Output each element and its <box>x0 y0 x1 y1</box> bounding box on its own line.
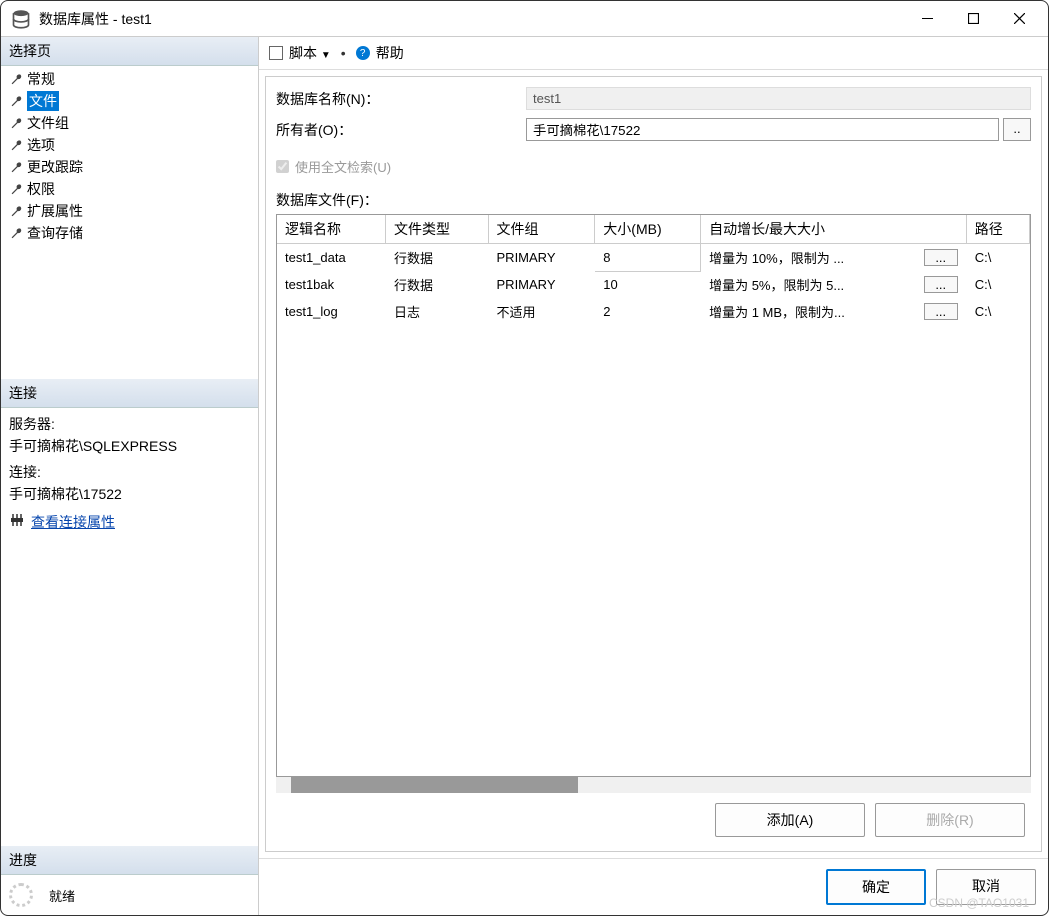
table-row[interactable]: test1_log日志不适用2增量为 1 MB，限制为...... C:\ <box>277 298 1030 325</box>
cell-logical-name[interactable]: test1_log <box>277 298 385 325</box>
sidebar-item-filegroups[interactable]: 文件组 <box>5 112 254 134</box>
files-section-label: 数据库文件(F)： <box>276 190 1031 210</box>
help-icon: ? <box>356 46 370 60</box>
script-icon <box>269 46 283 60</box>
progress-status: 就绪 <box>49 886 75 905</box>
add-button[interactable]: 添加(A) <box>715 803 865 837</box>
owner-browse-button[interactable]: .. <box>1003 118 1031 141</box>
cell-size[interactable]: 8 <box>595 244 701 272</box>
cell-filegroup[interactable]: 不适用 <box>488 298 595 325</box>
cell-autogrowth[interactable]: 增量为 1 MB，限制为... <box>701 298 916 325</box>
col-logical-name[interactable]: 逻辑名称 <box>277 215 385 244</box>
cell-file-type[interactable]: 行数据 <box>385 244 488 272</box>
sidebar-item-options[interactable]: 选项 <box>5 134 254 156</box>
sidebar-item-permissions[interactable]: 权限 <box>5 178 254 200</box>
wrench-icon <box>9 138 23 152</box>
table-row[interactable]: test1_data行数据PRIMARY8增量为 10%，限制为 ...... C… <box>277 244 1030 272</box>
wrench-icon <box>9 72 23 86</box>
wrench-icon <box>9 160 23 174</box>
connection-value: 手可摘棉花\17522 <box>9 484 250 504</box>
wrench-icon <box>9 94 23 108</box>
cell-filegroup[interactable]: PRIMARY <box>488 244 595 272</box>
autogrowth-browse-button[interactable]: ... <box>924 303 958 320</box>
cell-filegroup[interactable]: PRIMARY <box>488 271 595 298</box>
autogrowth-browse-button[interactable]: ... <box>924 276 958 293</box>
server-value: 手可摘棉花\SQLEXPRESS <box>9 436 250 456</box>
sidebar-item-general[interactable]: 常规 <box>5 68 254 90</box>
sidebar-item-files[interactable]: 文件 <box>5 90 254 112</box>
wrench-icon <box>9 204 23 218</box>
toolbar: 脚本 ▼ • ? 帮助 <box>259 37 1048 70</box>
maximize-button[interactable] <box>950 4 996 34</box>
progress-spinner-icon <box>9 883 33 907</box>
page-list: 常规 文件 文件组 选项 更改跟踪 权限 扩展属性 查询存储 <box>1 66 258 379</box>
cell-size[interactable]: 2 <box>595 298 701 325</box>
sidebar: 选择页 常规 文件 文件组 选项 更改跟踪 权限 扩展属性 查询存储 连接 服务… <box>1 37 259 915</box>
database-icon <box>11 9 31 29</box>
cell-logical-name[interactable]: test1_data <box>277 244 385 272</box>
cell-autogrowth[interactable]: 增量为 10%，限制为 ... <box>701 244 916 272</box>
window-controls <box>904 4 1042 34</box>
progress-panel: 就绪 <box>1 875 258 915</box>
close-button[interactable] <box>996 4 1042 34</box>
col-path[interactable]: 路径 <box>966 215 1029 244</box>
owner-field[interactable] <box>526 118 999 141</box>
script-dropdown[interactable]: 脚本 ▼ <box>289 43 331 63</box>
cell-path[interactable]: C:\ <box>966 244 1029 272</box>
connection-icon <box>9 512 25 531</box>
cell-size[interactable]: 10 <box>595 271 701 298</box>
horizontal-scrollbar[interactable] <box>276 777 1031 793</box>
help-link[interactable]: 帮助 <box>376 43 404 63</box>
col-file-type[interactable]: 文件类型 <box>385 215 488 244</box>
sidebar-item-extprops[interactable]: 扩展属性 <box>5 200 254 222</box>
connection-panel: 服务器: 手可摘棉花\SQLEXPRESS 连接: 手可摘棉花\17522 查看… <box>1 408 258 538</box>
col-filegroup[interactable]: 文件组 <box>488 215 595 244</box>
main-content: 数据库名称(N)： test1 所有者(O)： .. 使用全文检索(U) 数据库… <box>265 76 1042 852</box>
wrench-icon <box>9 116 23 130</box>
cell-file-type[interactable]: 行数据 <box>385 271 488 298</box>
col-autogrowth[interactable]: 自动增长/最大大小 <box>701 215 967 244</box>
owner-label: 所有者(O)： <box>276 120 526 140</box>
cell-autogrowth[interactable]: 增量为 5%，限制为 5... <box>701 271 916 298</box>
db-name-label: 数据库名称(N)： <box>276 89 526 109</box>
ok-button[interactable]: 确定 <box>826 869 926 905</box>
col-size[interactable]: 大小(MB) <box>595 215 701 244</box>
autogrowth-browse-button[interactable]: ... <box>924 249 958 266</box>
progress-header: 进度 <box>1 846 258 875</box>
titlebar: 数据库属性 - test1 <box>1 1 1048 37</box>
fulltext-label: 使用全文检索(U) <box>295 157 391 176</box>
cell-path[interactable]: C:\ <box>966 298 1029 325</box>
select-page-header: 选择页 <box>1 37 258 66</box>
server-label: 服务器: <box>9 414 250 434</box>
view-connection-properties-link[interactable]: 查看连接属性 <box>9 512 250 532</box>
table-row[interactable]: test1bak行数据PRIMARY10增量为 5%，限制为 5...... C:… <box>277 271 1030 298</box>
sidebar-item-changetracking[interactable]: 更改跟踪 <box>5 156 254 178</box>
connection-label: 连接: <box>9 462 250 482</box>
minimize-button[interactable] <box>904 4 950 34</box>
wrench-icon <box>9 182 23 196</box>
cell-logical-name[interactable]: test1bak <box>277 271 385 298</box>
window-title: 数据库属性 - test1 <box>39 9 904 29</box>
main-panel: 脚本 ▼ • ? 帮助 数据库名称(N)： test1 所有者(O)： .. <box>259 37 1048 915</box>
db-name-field: test1 <box>526 87 1031 110</box>
cell-path[interactable]: C:\ <box>966 271 1029 298</box>
files-table[interactable]: 逻辑名称 文件类型 文件组 大小(MB) 自动增长/最大大小 路径 test1_… <box>276 214 1031 777</box>
fulltext-checkbox <box>276 160 289 173</box>
watermark: CSDN @TAO1031 <box>929 896 1029 910</box>
dialog-window: 数据库属性 - test1 选择页 常规 文件 文件组 选项 更改跟踪 权限 扩… <box>0 0 1049 916</box>
sidebar-item-querystore[interactable]: 查询存储 <box>5 222 254 244</box>
remove-button: 删除(R) <box>875 803 1025 837</box>
cell-file-type[interactable]: 日志 <box>385 298 488 325</box>
wrench-icon <box>9 226 23 240</box>
connection-header: 连接 <box>1 379 258 408</box>
chevron-down-icon: ▼ <box>321 50 331 61</box>
